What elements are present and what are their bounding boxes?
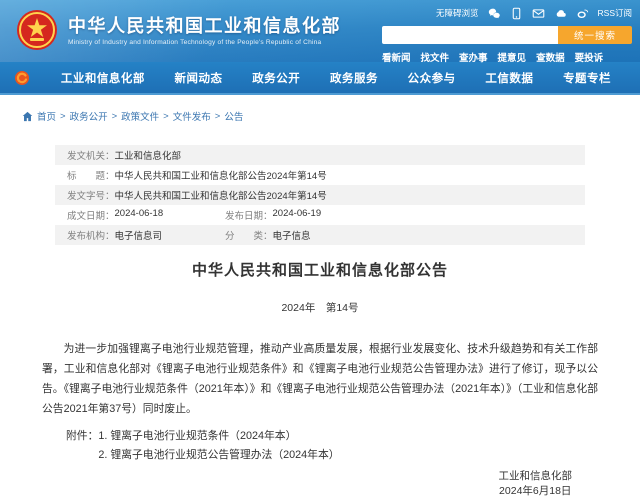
breadcrumb-separator: > [60,111,66,122]
meta-value: 2024-06-19 [273,208,322,222]
signer: 工业和信息化部 [499,469,573,484]
attachment-item-2: 2. 锂离子电池行业规范公告管理办法（2024年本） [98,446,339,465]
meta-value: 工业和信息化部 [115,148,182,162]
nav-item-topics[interactable]: 专题专栏 [563,70,611,86]
breadcrumb-separator: > [215,111,221,122]
nav-item-participation[interactable]: 公众参与 [408,70,456,86]
breadcrumb: 首页 > 政务公开 > 政策文件 > 文件发布 > 公告 [0,95,640,123]
attachment-label: 附件： [66,427,98,465]
nav-item-data[interactable]: 工信数据 [485,70,533,86]
unified-search-input[interactable] [382,26,558,44]
announcement-body: 为进一步加强锂离子电池行业规范管理，推动产业高质量发展，根据行业发展变化、技术升… [42,339,598,419]
quick-link-files[interactable]: 找文件 [421,50,450,64]
wechat-icon[interactable] [488,7,501,20]
meta-label: 发布机构： [67,228,115,242]
site-logo[interactable]: 中华人民共和国工业和信息化部 Ministry of Industry and … [16,9,341,51]
meta-value: 电子信息 [273,228,311,242]
meta-label: 成文日期： [67,208,115,222]
meta-value: 中华人民共和国工业和信息化部公告2024年第14号 [115,188,327,202]
meta-row-dates: 成文日期： 2024-06-18 发布日期： 2024-06-19 [55,205,585,225]
breadcrumb-home[interactable]: 首页 [37,109,56,123]
breadcrumb-announcement: 公告 [224,109,243,123]
meta-row-title: 标 题： 中华人民共和国工业和信息化部公告2024年第14号 [55,165,585,185]
attachments: 附件： 1. 锂离子电池行业规范条件（2024年本） 2. 锂离子电池行业规范公… [66,427,598,465]
meta-row-issuing-agency: 发文机关： 工业和信息化部 [55,145,585,165]
nav-item-gov-services[interactable]: 政务服务 [330,70,378,86]
breadcrumb-file-release[interactable]: 文件发布 [173,109,211,123]
nav-brand-icon[interactable] [14,70,30,86]
weibo-icon[interactable] [576,7,589,20]
nav-item-miit[interactable]: 工业和信息化部 [61,70,145,86]
quick-link-complaint[interactable]: 要投诉 [575,50,604,64]
signature-block: 工业和信息化部 2024年6月18日 [0,469,640,499]
nav-item-gov-open[interactable]: 政务公开 [252,70,300,86]
meta-value: 2024-06-18 [115,208,164,222]
sign-date: 2024年6月18日 [499,484,573,499]
breadcrumb-gov-open[interactable]: 政务公开 [70,109,108,123]
quick-link-opinions[interactable]: 提意见 [498,50,527,64]
main-nav: 工业和信息化部 新闻动态 政务公开 政务服务 公众参与 工信数据 专题专栏 [0,62,640,95]
meta-label: 标 题： [67,168,115,182]
meta-label: 发文机关： [67,148,115,162]
header-utilities: 无障碍浏览 RSS订阅 统一搜索 看新闻 找文件 查办事 [382,4,632,64]
site-header: 中华人民共和国工业和信息化部 Ministry of Industry and … [0,0,640,62]
quick-link-data[interactable]: 查数据 [536,50,565,64]
nav-item-news[interactable]: 新闻动态 [175,70,223,86]
meta-row-publisher: 发布机构： 电子信息司 分 类： 电子信息 [55,225,585,245]
doc-number: 2024年 第14号 [0,300,640,315]
document-meta-table: 发文机关： 工业和信息化部 标 题： 中华人民共和国工业和信息化部公告2024年… [55,145,585,245]
page-title: 中华人民共和国工业和信息化部公告 [0,259,640,280]
meta-value: 中华人民共和国工业和信息化部公告2024年第14号 [115,168,327,182]
meta-label: 发文字号： [67,188,115,202]
breadcrumb-policy-files[interactable]: 政策文件 [121,109,159,123]
meta-label: 发布日期： [225,208,273,222]
meta-label: 分 类： [225,228,273,242]
attachment-item-1: 1. 锂离子电池行业规范条件（2024年本） [98,427,339,446]
home-icon[interactable] [22,111,33,122]
announcement-paragraph: 为进一步加强锂离子电池行业规范管理，推动产业高质量发展，根据行业发展变化、技术升… [42,339,598,419]
mail-icon[interactable] [532,7,545,20]
cloud-icon[interactable] [554,7,567,20]
quick-link-news[interactable]: 看新闻 [382,50,411,64]
national-emblem-icon [16,9,58,51]
meta-value: 电子信息司 [115,228,163,242]
mobile-icon[interactable] [510,7,523,20]
meta-row-doc-number: 发文字号： 中华人民共和国工业和信息化部公告2024年第14号 [55,185,585,205]
site-subtitle: Ministry of Industry and Information Tec… [68,39,341,46]
breadcrumb-separator: > [112,111,118,122]
site-title: 中华人民共和国工业和信息化部 [68,15,341,37]
unified-search-button[interactable]: 统一搜索 [558,26,632,44]
quick-link-services[interactable]: 查办事 [459,50,488,64]
accessibility-link[interactable]: 无障碍浏览 [436,7,479,19]
quick-links: 看新闻 找文件 查办事 提意见 查数据 要投诉 [382,50,632,64]
rss-link[interactable]: RSS订阅 [598,7,632,19]
breadcrumb-separator: > [163,111,169,122]
